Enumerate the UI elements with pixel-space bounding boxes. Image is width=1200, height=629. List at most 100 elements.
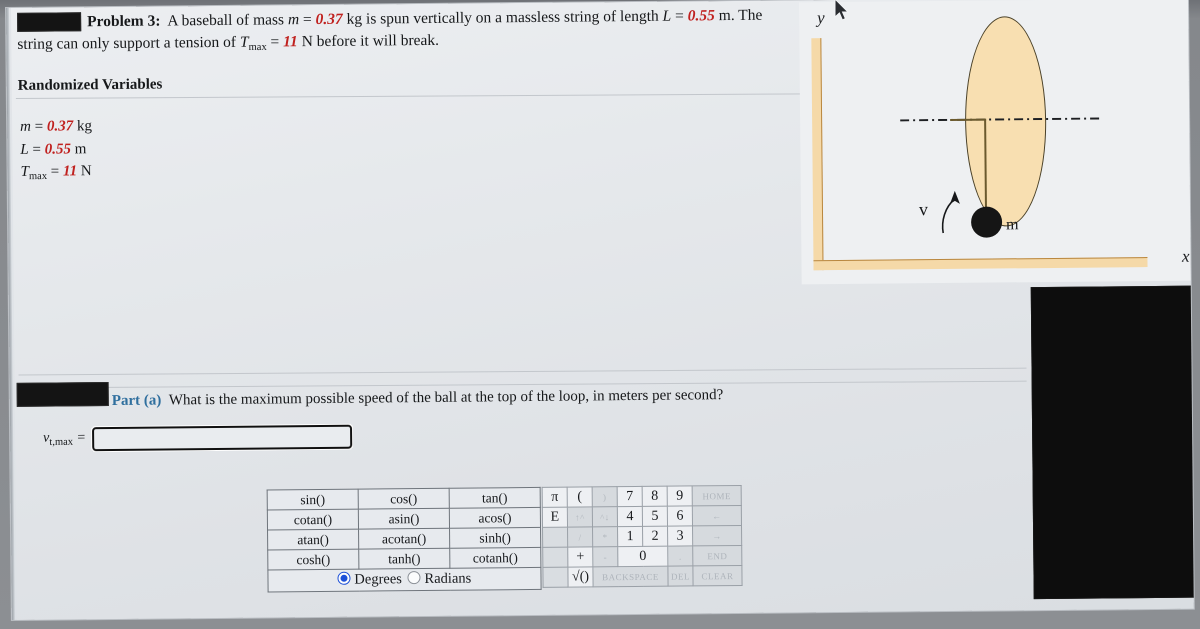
button-acotan[interactable]: acotan() (358, 528, 450, 550)
variable-value-T: 11 (62, 163, 78, 180)
button-blank-1 (542, 527, 568, 548)
problem-value-m: 0.37 (315, 10, 343, 29)
button-7[interactable]: 7 (617, 486, 643, 507)
divider-part-a-top (18, 367, 1027, 376)
answer-label: vt,max = (43, 431, 86, 449)
button-cotanh[interactable]: cotanh() (449, 547, 541, 569)
button-e[interactable]: E (542, 507, 568, 528)
variable-eq-T: = (46, 163, 64, 180)
button-plus[interactable]: + (567, 546, 593, 568)
problem-text-1: A baseball of mass (167, 11, 288, 30)
button-minus[interactable]: - (592, 546, 618, 567)
answer-row: vt,max = (43, 423, 354, 453)
radio-radians[interactable]: Radians (407, 570, 472, 589)
redacted-box-part-a (16, 382, 109, 407)
button-home[interactable]: HOME (692, 485, 742, 506)
button-cotan[interactable]: cotan() (267, 509, 359, 531)
calculator-keypad: sin() cos() tan() cotan() asin() acos() … (267, 485, 743, 593)
figure-velocity-arrow-icon (941, 190, 960, 234)
angle-mode-row: Degrees Radians (267, 567, 542, 593)
button-sqrt[interactable]: √() (567, 566, 594, 588)
variable-unit-m: kg (73, 118, 93, 135)
button-cos[interactable]: cos() (358, 488, 450, 510)
problem-var-L: L (662, 7, 672, 25)
dark-overlay-panel (1030, 285, 1194, 600)
button-asin[interactable]: asin() (358, 508, 450, 530)
radio-degrees-label: Degrees (354, 571, 402, 588)
problem-eq-3: = (266, 33, 284, 51)
variable-subscript-T: max (28, 170, 48, 183)
problem-value-T: 11 (283, 33, 298, 51)
button-del[interactable]: DEL (667, 565, 694, 587)
problem-eq-1: = (299, 11, 316, 29)
button-divide[interactable]: / (567, 526, 593, 548)
figure-mass-label: m (1006, 216, 1019, 234)
problem-var-T-subscript: max (248, 41, 267, 54)
button-6[interactable]: 6 (667, 505, 693, 527)
button-8[interactable]: 8 (642, 486, 668, 507)
document-screen: Problem 3: A baseball of mass m = 0.37 k… (6, 0, 1194, 620)
variable-symbol-m: m (20, 118, 32, 135)
button-acos[interactable]: acos() (449, 507, 541, 529)
button-pi[interactable]: π (542, 487, 568, 508)
figure-x-axis-label: x (1181, 246, 1190, 266)
button-blank-2 (542, 547, 568, 568)
button-arrow-right[interactable]: → (692, 525, 742, 546)
variable-eq-L: = (28, 141, 45, 158)
variable-row-Tmax: Tmax = 11 N (20, 160, 92, 185)
button-cosh[interactable]: cosh() (267, 549, 359, 571)
button-tan[interactable]: tan() (449, 487, 541, 509)
randomized-variables-heading: Randomized Variables (17, 76, 163, 94)
button-end[interactable]: END (692, 545, 742, 566)
problem-label: Problem 3: (87, 12, 161, 31)
button-decimal[interactable]: . (667, 545, 693, 567)
desktop-background: Problem 3: A baseball of mass m = 0.37 k… (0, 0, 1200, 629)
numeric-keypad-grid: π ( ) 7 8 9 HOME E ↑^ ^↓ 4 5 6 ← / * 1 2… (542, 485, 743, 588)
answer-subscript: t,max (49, 437, 74, 449)
figure-ball (970, 206, 1003, 238)
variable-value-m: 0.37 (46, 118, 74, 135)
button-power-up[interactable]: ↑^ (567, 506, 593, 528)
button-arrow-left[interactable]: ← (692, 505, 742, 526)
figure-y-axis (811, 38, 824, 271)
button-1[interactable]: 1 (617, 526, 643, 547)
mouse-cursor-icon (834, 0, 850, 21)
part-a-question-text: What is the maximum possible speed of th… (168, 387, 724, 409)
radio-radians-label: Radians (424, 570, 472, 588)
button-sin[interactable]: sin() (267, 489, 359, 511)
problem-text-4: N before it will break. (297, 31, 440, 51)
problem-value-L: 0.55 (687, 7, 715, 25)
button-2[interactable]: 2 (642, 526, 668, 547)
button-tanh[interactable]: tanh() (358, 548, 450, 570)
button-power-down[interactable]: ^↓ (592, 506, 618, 527)
figure-string-horizontal (950, 118, 987, 121)
figure-velocity-label: v (918, 199, 929, 220)
function-row: sin() cos() tan() (267, 487, 541, 511)
keypad-row: π ( ) 7 8 9 HOME (542, 485, 742, 508)
figure-y-axis-label: y (817, 8, 825, 28)
button-9[interactable]: 9 (667, 485, 693, 507)
problem-eq-2: = (671, 7, 688, 25)
button-multiply[interactable]: * (592, 526, 618, 547)
button-close-paren[interactable]: ) (592, 486, 618, 507)
button-clear[interactable]: CLEAR (692, 565, 743, 586)
button-backspace[interactable]: BACKSPACE (592, 566, 669, 587)
part-a-label: Part (a) (111, 392, 162, 410)
function-row: cotan() asin() acos() (267, 507, 541, 531)
button-sinh[interactable]: sinh() (449, 527, 541, 549)
button-4[interactable]: 4 (617, 506, 643, 527)
variable-unit-L: m (70, 140, 87, 157)
function-button-grid: sin() cos() tan() cotan() asin() acos() … (267, 487, 542, 593)
variable-value-L: 0.55 (44, 140, 71, 158)
answer-input[interactable] (90, 423, 354, 453)
button-0[interactable]: 0 (617, 546, 668, 567)
button-open-paren[interactable]: ( (567, 486, 593, 508)
radio-degrees[interactable]: Degrees (337, 571, 402, 589)
variable-unit-T: N (77, 163, 92, 180)
button-atan[interactable]: atan() (267, 529, 359, 551)
radio-degrees-icon[interactable] (337, 571, 351, 585)
radio-radians-icon[interactable] (407, 571, 421, 585)
button-3[interactable]: 3 (667, 525, 693, 547)
button-5[interactable]: 5 (642, 506, 668, 527)
problem-page: Problem 3: A baseball of mass m = 0.37 k… (10, 0, 1194, 620)
